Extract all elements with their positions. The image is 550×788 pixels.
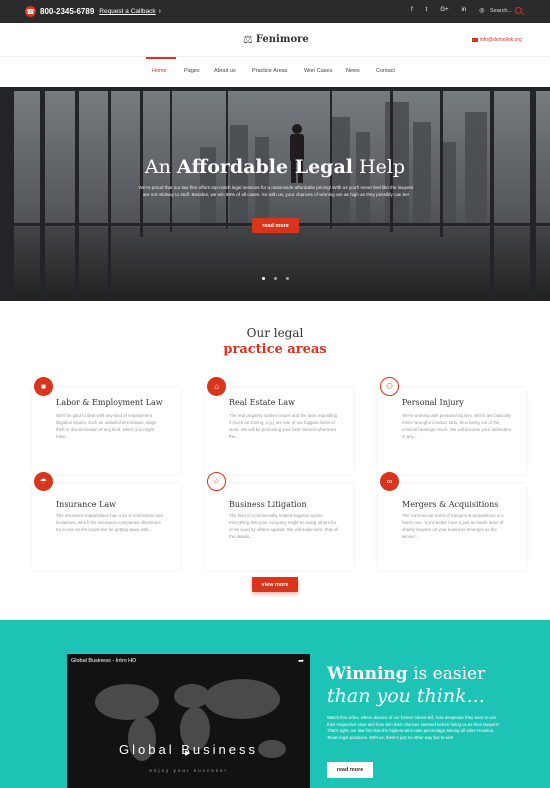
phone-number[interactable]: 800-2345-6789 bbox=[40, 7, 94, 16]
nav-contact[interactable]: Contact bbox=[376, 68, 395, 74]
nav-news[interactable]: News bbox=[346, 68, 360, 74]
promo-title-line1: Winning is easier bbox=[327, 664, 486, 684]
hero-description: We're proud that our law firm offers top… bbox=[138, 185, 414, 197]
promo-section: Global Business - Intro HD ➦ Global Busi… bbox=[0, 620, 550, 788]
dribbble-icon[interactable]: ◎ bbox=[479, 7, 484, 14]
card-text: The field of commercially related litiga… bbox=[229, 513, 338, 539]
promo-description: Watch this video, where dozens of our fo… bbox=[327, 715, 499, 740]
link-icon: ∞ bbox=[380, 472, 399, 491]
practice-card-labor[interactable]: Labor & Employment Law We'll be glad to … bbox=[32, 388, 180, 474]
request-callback-link[interactable]: Request a Callback bbox=[99, 8, 155, 15]
play-icon[interactable]: ▶ bbox=[185, 749, 190, 757]
logo[interactable]: ⚖ Fenimore bbox=[243, 33, 309, 46]
google-plus-icon[interactable]: G+ bbox=[440, 7, 448, 14]
social-links: f t G+ in ◎ bbox=[411, 7, 484, 14]
video-subtitle: enjoy your success! bbox=[149, 768, 228, 773]
hero-read-more-button[interactable]: read more bbox=[252, 218, 299, 233]
card-text: We'll be glad to deal with any kind of e… bbox=[56, 413, 157, 439]
slider-dot-3[interactable] bbox=[286, 277, 289, 280]
active-indicator bbox=[146, 57, 176, 59]
linkedin-icon[interactable]: in bbox=[462, 7, 467, 14]
facebook-icon[interactable]: f bbox=[411, 7, 413, 14]
main-nav: Home Pages About us Practice Areas Won C… bbox=[0, 57, 550, 87]
card-title[interactable]: Business Litigation bbox=[229, 500, 307, 509]
practice-card-insurance[interactable]: Insurance Law The insurance marketplace … bbox=[32, 484, 180, 570]
twitter-icon[interactable]: t bbox=[426, 7, 428, 14]
section-title-line2: practice areas bbox=[223, 342, 327, 357]
video-player[interactable]: Global Business - Intro HD ➦ Global Busi… bbox=[67, 654, 310, 788]
mail-icon bbox=[472, 38, 478, 42]
email-text: info@demolink.org bbox=[480, 37, 522, 43]
email-link[interactable]: info@demolink.org bbox=[472, 37, 522, 43]
nav-won-cases[interactable]: Won Cases bbox=[304, 68, 332, 74]
umbrella-icon: ☂ bbox=[34, 472, 53, 491]
slider-dot-1[interactable] bbox=[262, 277, 265, 280]
card-text: We're working with personal injuries, wh… bbox=[402, 413, 512, 439]
view-more-button[interactable]: view more bbox=[252, 577, 298, 592]
slider-dot-2[interactable] bbox=[274, 277, 277, 280]
briefcase-icon: ■ bbox=[34, 377, 53, 396]
practice-card-mergers[interactable]: Mergers & Acquisitions The commercial wo… bbox=[378, 484, 526, 570]
chevron-right-icon: › bbox=[158, 8, 161, 15]
nav-practice-areas[interactable]: Practice Areas bbox=[252, 68, 287, 74]
card-text: The commercial world of mergers & acquis… bbox=[402, 513, 504, 539]
nav-home[interactable]: Home bbox=[152, 68, 167, 74]
house-icon: ⌂ bbox=[207, 377, 226, 396]
card-title[interactable]: Labor & Employment Law bbox=[56, 398, 163, 407]
promo-read-more-button[interactable]: read more bbox=[327, 762, 373, 778]
promo-title-line2: than you think... bbox=[327, 685, 485, 707]
section-title-line1: Our legal bbox=[246, 326, 304, 340]
search-icon[interactable] bbox=[515, 7, 522, 14]
search-input[interactable]: Search... bbox=[490, 8, 512, 14]
site-header: ⚖ Fenimore info@demolink.org bbox=[0, 23, 550, 57]
logo-text: Fenimore bbox=[255, 34, 309, 45]
card-title[interactable]: Mergers & Acquisitions bbox=[402, 500, 498, 509]
card-text: The insurance marketplace has a lot of r… bbox=[56, 513, 163, 532]
hero-slider: An Affordable Legal Help We're proud tha… bbox=[0, 87, 550, 301]
nav-pages[interactable]: Pages bbox=[184, 68, 200, 74]
card-title[interactable]: Real Estate Law bbox=[229, 398, 295, 407]
hero-title: An Affordable Legal Help bbox=[144, 156, 406, 178]
practice-card-business-litigation[interactable]: Business Litigation The field of commerc… bbox=[205, 484, 353, 570]
top-bar: ☎ 800-2345-6789 Request a Callback › f t… bbox=[0, 0, 550, 23]
phone-icon: ☎ bbox=[25, 6, 36, 17]
practice-card-real-estate[interactable]: Real Estate Law The real property market… bbox=[205, 388, 353, 474]
nav-about-us[interactable]: About us bbox=[214, 68, 236, 74]
card-title[interactable]: Personal Injury bbox=[402, 398, 464, 407]
card-title[interactable]: Insurance Law bbox=[56, 500, 116, 509]
practice-card-personal-injury[interactable]: Personal Injury We're working with perso… bbox=[378, 388, 526, 474]
video-title: Global Business - Intro HD bbox=[71, 658, 137, 664]
scales-icon: ⚖ bbox=[243, 34, 253, 46]
people-icon: ⚇ bbox=[380, 377, 399, 396]
card-text: The real property market issues and the … bbox=[229, 413, 338, 439]
star-icon: ☆ bbox=[207, 472, 226, 491]
share-icon[interactable]: ➦ bbox=[298, 657, 304, 665]
